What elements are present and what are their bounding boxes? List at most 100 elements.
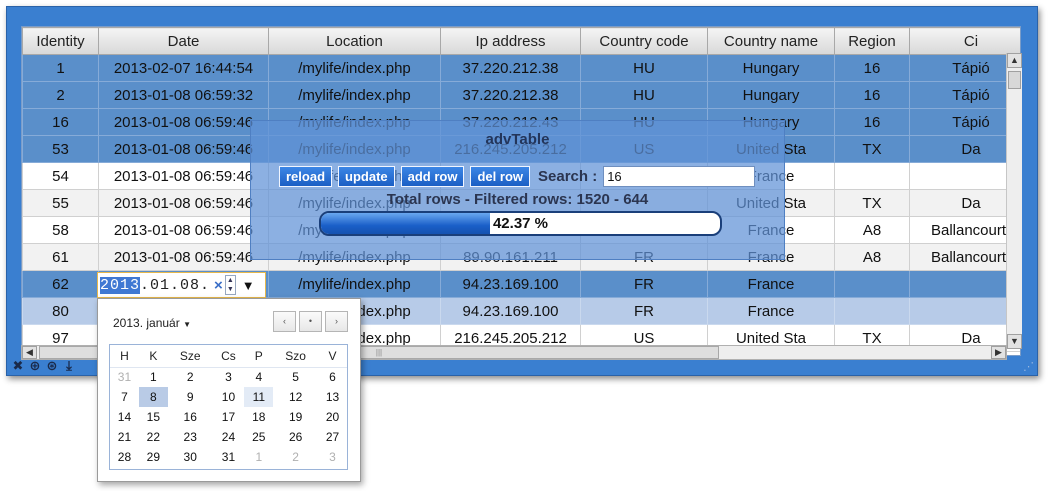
calendar-day[interactable]: 17 <box>213 407 245 427</box>
table-cell[interactable]: 2013-01-08 06:59:46 <box>98 216 269 244</box>
calendar-day[interactable]: 25 <box>244 427 273 447</box>
table-cell[interactable]: 2013-01-08 06:59:46 <box>98 189 269 217</box>
date-field-value[interactable]: 2013.01.08. <box>100 276 210 294</box>
today-button[interactable]: • <box>299 311 322 332</box>
table-cell[interactable]: Ballancourt- <box>909 216 1020 244</box>
table-cell[interactable]: 16 <box>834 108 910 136</box>
date-spinner[interactable]: ▲ ▼ <box>224 275 236 295</box>
calendar-day[interactable]: 18 <box>244 407 273 427</box>
table-cell[interactable] <box>834 162 910 190</box>
table-cell[interactable]: A8 <box>834 243 910 271</box>
vertical-scroll-thumb[interactable] <box>1008 71 1021 89</box>
spin-down-icon[interactable]: ▼ <box>226 285 235 294</box>
calendar-day[interactable]: 4 <box>244 367 273 387</box>
column-header[interactable]: Country name <box>707 27 835 55</box>
table-cell[interactable]: Tápió <box>909 81 1020 109</box>
table-cell[interactable]: 37.220.212.38 <box>440 81 581 109</box>
calendar-day[interactable]: 31 <box>110 367 139 387</box>
scroll-down-button[interactable]: ▼ <box>1007 334 1022 349</box>
column-header[interactable]: Identity <box>22 27 99 55</box>
calendar-day[interactable]: 19 <box>273 407 318 427</box>
settings-circle-icon[interactable]: ⊛ <box>45 359 59 373</box>
calendar-day[interactable]: 3 <box>318 447 347 467</box>
search-input[interactable] <box>603 166 756 187</box>
next-month-button[interactable]: › <box>325 311 348 332</box>
table-cell[interactable]: Tápió <box>909 54 1020 82</box>
table-cell[interactable]: HU <box>580 81 708 109</box>
calendar-day[interactable]: 30 <box>168 447 213 467</box>
table-cell[interactable]: /mylife/index.php <box>268 270 441 298</box>
add-circle-icon[interactable]: ⊕ <box>28 359 42 373</box>
reload-button[interactable]: reload <box>279 166 333 187</box>
table-row[interactable]: 1 2013-02-07 16:44:54/mylife/index.php 37.… <box>22 54 1020 82</box>
table-cell[interactable]: 2013-01-08 06:59:46 <box>98 108 269 136</box>
table-cell[interactable]: France <box>707 297 835 325</box>
table-cell[interactable]: TX <box>834 189 910 217</box>
table-cell[interactable]: 94.23.169.100 <box>440 270 581 298</box>
resize-grip-icon[interactable]: ⋰ <box>1023 361 1035 373</box>
calendar-day[interactable]: 10 <box>213 387 245 407</box>
previous-month-button[interactable]: ‹ <box>273 311 296 332</box>
table-cell[interactable]: 37.220.212.38 <box>440 54 581 82</box>
chevron-down-icon[interactable]: ▼ <box>183 320 191 329</box>
calendar-day[interactable]: 15 <box>139 407 168 427</box>
calendar-day[interactable]: 21 <box>110 427 139 447</box>
table-cell[interactable]: FR <box>580 297 708 325</box>
column-header[interactable]: Region <box>834 27 910 55</box>
table-cell[interactable]: 2013-01-08 06:59:46 <box>98 162 269 190</box>
spin-up-icon[interactable]: ▲ <box>226 276 235 285</box>
table-cell[interactable]: Tápió <box>909 108 1020 136</box>
calendar-day[interactable]: 12 <box>273 387 318 407</box>
table-row[interactable]: 2 2013-01-08 06:59:32/mylife/index.php 37.… <box>22 81 1020 109</box>
table-cell[interactable] <box>909 270 1020 298</box>
calendar-day[interactable]: 31 <box>213 447 245 467</box>
column-header[interactable]: Country code <box>580 27 708 55</box>
table-cell[interactable] <box>909 162 1020 190</box>
clear-date-icon[interactable]: × <box>214 277 223 294</box>
table-cell[interactable]: 1 <box>22 54 99 82</box>
calendar-day[interactable]: 20 <box>318 407 347 427</box>
table-cell[interactable] <box>834 297 910 325</box>
calendar-day[interactable]: 29 <box>139 447 168 467</box>
download-icon[interactable]: ⤓ <box>62 359 76 373</box>
table-cell[interactable]: 58 <box>22 216 99 244</box>
add-row-button[interactable]: add row <box>400 166 465 187</box>
calendar-day[interactable]: 23 <box>168 427 213 447</box>
calendar-day[interactable]: 16 <box>168 407 213 427</box>
calendar-day[interactable]: 24 <box>213 427 245 447</box>
table-cell[interactable]: /mylife/index.php <box>268 81 441 109</box>
column-header[interactable]: Location <box>268 27 441 55</box>
calendar-day[interactable]: 7 <box>110 387 139 407</box>
table-cell[interactable]: 16 <box>834 81 910 109</box>
tools-icon[interactable]: ✖ <box>11 359 25 373</box>
table-cell[interactable]: 2013-01-08 06:59:46 <box>98 243 269 271</box>
table-cell[interactable]: France <box>707 270 835 298</box>
calendar-day[interactable]: 22 <box>139 427 168 447</box>
calendar-day[interactable]: 11 <box>244 387 274 407</box>
calendar-day[interactable]: 1 <box>139 367 168 387</box>
column-header[interactable]: Date <box>98 27 269 55</box>
table-cell[interactable]: FR <box>580 270 708 298</box>
calendar-day[interactable]: 2 <box>273 447 318 467</box>
table-cell[interactable]: 2 <box>22 81 99 109</box>
del-row-button[interactable]: del row <box>470 166 530 187</box>
table-cell[interactable]: 62 <box>22 270 99 298</box>
table-cell[interactable]: Da <box>909 135 1020 163</box>
table-cell[interactable]: 2013-02-07 16:44:54 <box>98 54 269 82</box>
table-cell[interactable]: 16 <box>22 108 99 136</box>
date-rest-segment[interactable]: .01.08. <box>140 277 210 294</box>
table-cell[interactable]: TX <box>834 135 910 163</box>
table-cell[interactable]: 80 <box>22 297 99 325</box>
table-cell[interactable]: Hungary <box>707 81 835 109</box>
table-cell[interactable]: A8 <box>834 216 910 244</box>
calendar-day[interactable]: 26 <box>273 427 318 447</box>
calendar-day[interactable]: 6 <box>318 367 347 387</box>
table-cell[interactable]: 54 <box>22 162 99 190</box>
calendar-day[interactable]: 28 <box>110 447 139 467</box>
table-cell[interactable]: 94.23.169.100 <box>440 297 581 325</box>
calendar-day[interactable]: 5 <box>273 367 318 387</box>
table-cell[interactable]: Hungary <box>707 54 835 82</box>
table-cell[interactable]: 61 <box>22 243 99 271</box>
calendar-day[interactable]: 3 <box>213 367 245 387</box>
month-label[interactable]: 2013. január <box>113 316 180 330</box>
